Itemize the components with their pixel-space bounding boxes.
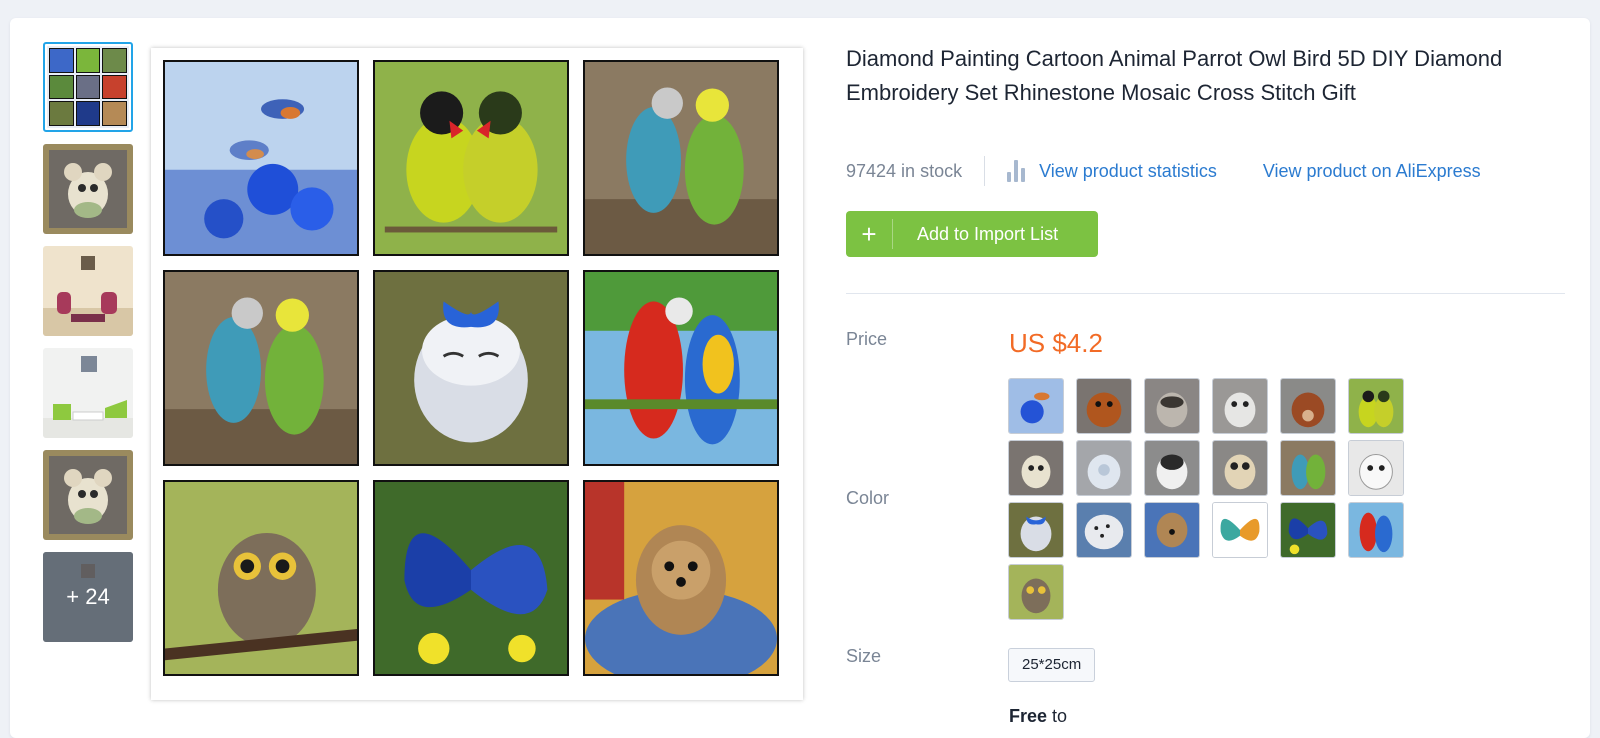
color-swatch[interactable] xyxy=(1144,502,1200,558)
add-button-label: Add to Import List xyxy=(917,223,1059,244)
color-swatch[interactable] xyxy=(1348,502,1404,558)
shipping-info: Free to xyxy=(1009,706,1067,727)
thumbnail-2[interactable] xyxy=(43,144,133,234)
more-images-count: + 24 xyxy=(43,552,133,642)
color-swatch[interactable] xyxy=(1212,440,1268,496)
collage-tile-bluebirds xyxy=(163,60,359,256)
thumbnail-5[interactable] xyxy=(43,450,133,540)
color-swatch[interactable] xyxy=(1008,564,1064,620)
thumbnail-image xyxy=(43,450,133,540)
color-swatch[interactable] xyxy=(1008,502,1064,558)
color-swatch[interactable] xyxy=(1280,502,1336,558)
product-card: + 24 Diamond Painting Cartoon Animal Par… xyxy=(10,18,1590,738)
thumbnail-1[interactable] xyxy=(43,42,133,132)
collage-tile-yorkie xyxy=(583,480,779,676)
shipping-free: Free xyxy=(1009,706,1048,726)
collage-tile-budgies xyxy=(583,60,779,256)
color-swatch[interactable] xyxy=(1348,440,1404,496)
size-option-25x25[interactable]: 25*25cm xyxy=(1008,648,1096,682)
main-product-image[interactable] xyxy=(151,48,803,700)
price-value: US $4.2 xyxy=(1009,328,1103,358)
color-swatch[interactable] xyxy=(1348,378,1404,434)
color-swatch[interactable] xyxy=(1212,378,1268,434)
thumbnail-image xyxy=(43,348,133,438)
thumbnail-3[interactable] xyxy=(43,246,133,336)
view-statistics-link[interactable]: View product statistics xyxy=(1039,161,1217,182)
collage-tile-owlet xyxy=(163,480,359,676)
collage-tile-butterfly xyxy=(373,480,569,676)
color-swatch[interactable] xyxy=(1076,440,1132,496)
collage-tile-lovebirds xyxy=(373,60,569,256)
color-swatch[interactable] xyxy=(1008,440,1064,496)
product-meta-row: 97424 in stock View product statistics V… xyxy=(846,156,1481,186)
add-to-import-list-button[interactable]: + Add to Import List xyxy=(846,211,1098,257)
view-on-aliexpress-link[interactable]: View product on AliExpress xyxy=(1263,161,1481,182)
thumbnail-image xyxy=(43,144,133,234)
color-swatch[interactable] xyxy=(1076,502,1132,558)
color-swatch[interactable] xyxy=(1212,502,1268,558)
collage-tile-macaws xyxy=(583,270,779,466)
divider xyxy=(984,156,986,186)
thumbnail-4[interactable] xyxy=(43,348,133,438)
shipping-to: to xyxy=(1047,706,1068,726)
price-label: Price xyxy=(846,329,888,349)
color-swatch[interactable] xyxy=(1280,378,1336,434)
stock-count: 97424 in stock xyxy=(846,160,963,181)
product-title: Diamond Painting Cartoon Animal Parrot O… xyxy=(846,46,1503,105)
plus-icon: + xyxy=(846,219,893,249)
color-swatch[interactable] xyxy=(1008,378,1064,434)
collage-tile-budgies-2 xyxy=(163,270,359,466)
thumbnail-image xyxy=(47,46,129,128)
color-swatches xyxy=(1008,378,1418,626)
color-swatch[interactable] xyxy=(1144,440,1200,496)
size-label: Size xyxy=(846,646,882,666)
thumbnail-image xyxy=(43,246,133,336)
bar-chart-icon xyxy=(1007,160,1026,182)
section-divider xyxy=(846,293,1565,294)
color-swatch[interactable] xyxy=(1280,440,1336,496)
color-swatch[interactable] xyxy=(1144,378,1200,434)
thumbnail-more[interactable]: + 24 xyxy=(43,552,133,642)
thumbnail-strip: + 24 xyxy=(43,42,133,654)
color-label: Color xyxy=(846,488,890,508)
color-swatch[interactable] xyxy=(1076,378,1132,434)
collage-tile-owl-butterfly xyxy=(373,270,569,466)
